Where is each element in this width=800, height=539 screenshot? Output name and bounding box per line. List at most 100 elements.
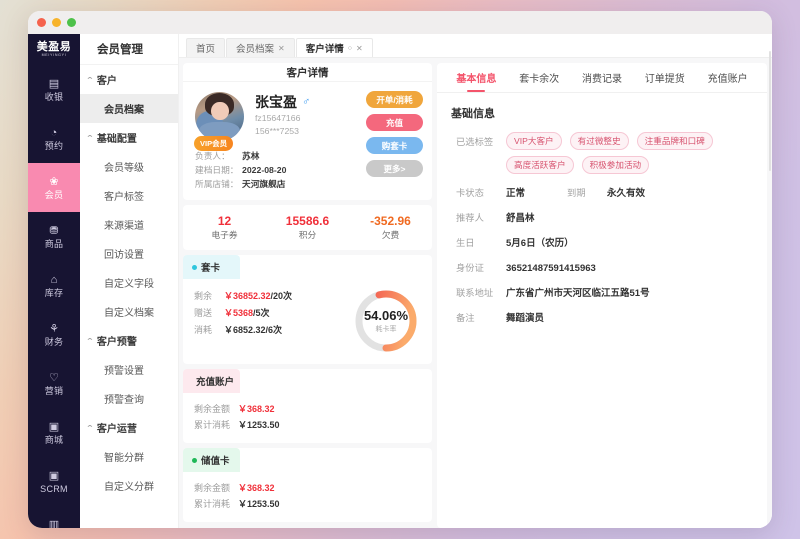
rail-item-3[interactable]: ❀ 会员: [28, 163, 80, 212]
field-row-2: 推荐人 舒昌林: [451, 210, 753, 224]
tag-1[interactable]: VIP大客户: [506, 132, 562, 150]
meta-value: 天河旗舰店: [242, 179, 286, 189]
close-icon[interactable]: ✕: [356, 44, 363, 53]
tag-5[interactable]: 积极参加活动: [581, 156, 650, 174]
submenu-item-3-2[interactable]: 预警查询: [80, 384, 178, 413]
donut-percent: 54.06%: [363, 308, 409, 323]
info-tab-5[interactable]: 充值账户: [696, 63, 759, 92]
avatar[interactable]: [195, 92, 244, 141]
maximize-window-button[interactable]: [67, 18, 76, 27]
submenu-item-2-3[interactable]: 来源渠道: [80, 210, 178, 239]
info-panel-body: 基础信息 已选标签 VIP大客户 有过微整史 注重品牌和口碑 高度活跃客户 积极参加活动…: [437, 93, 767, 324]
taoka-row-2: 赠送 ￥5368/5次: [194, 305, 350, 322]
chevron-up-icon: ⌃: [85, 337, 95, 345]
tag-4[interactable]: 高度活跃客户: [506, 156, 574, 174]
field-value-secondary: 永久有效: [607, 188, 646, 199]
stored-row-key: 累计消耗: [194, 499, 231, 509]
field-value: 正常: [506, 188, 526, 199]
tags-row: 已选标签 VIP大客户 有过微整史 注重品牌和口碑 高度活跃客户 积极参加活动: [451, 132, 753, 174]
action-button-1[interactable]: 开单/消耗: [366, 91, 423, 108]
chevron-up-icon: ⌃: [85, 134, 95, 142]
app-body: 美盈易 MEIYINGYI ▤ 收银 ◔ 预约 ❀ 会员 ⛃ 商品 ⌂ 库存 ⚘ 财务 ♡ 营销 ▣ 商城 ▣ S…: [28, 34, 772, 528]
rail-item-7[interactable]: ♡ 营销: [28, 359, 80, 408]
submenu-item-4-2[interactable]: 自定义分群: [80, 471, 178, 500]
rail-item-4[interactable]: ⛃ 商品: [28, 212, 80, 261]
recharge-row-1: 剩余金额 ￥368.32: [194, 401, 422, 417]
tag-3[interactable]: 注重品牌和口碑: [636, 132, 713, 150]
tab-3[interactable]: 客户详情 ○ ✕: [295, 38, 373, 57]
submenu-item-2-6[interactable]: 自定义档案: [80, 297, 178, 326]
meta-value: 2022-08-20: [242, 165, 287, 175]
marketing-icon: ♡: [49, 371, 59, 384]
taoka-row-key: 剩余: [194, 291, 213, 301]
stat-1: 12 电子券: [183, 214, 266, 242]
taoka-row-amount: ￥36852.32: [224, 291, 271, 301]
tag-list: VIP大客户 有过微整史 注重品牌和口碑高度活跃客户 积极参加活动: [506, 132, 753, 174]
field-row-5: 联系地址 广东省广州市天河区临江五路51号: [451, 285, 753, 299]
submenu-item-2-1[interactable]: 会员等级: [80, 152, 178, 181]
submenu-item-1-1[interactable]: 会员档案: [80, 94, 178, 123]
stat-2: 15586.6 积分: [266, 214, 349, 242]
taoka-bullet-icon: [192, 264, 197, 270]
field-key: 推荐人: [456, 213, 484, 223]
close-icon[interactable]: ✕: [278, 44, 285, 53]
action-button-4[interactable]: 更多>: [366, 160, 423, 177]
minimize-window-button[interactable]: [52, 18, 61, 27]
field-key: 生日: [456, 238, 475, 248]
taoka-row-list: 剩余 ￥36852.32/20次 赠送 ￥5368/5次 消耗 ￥6852.32/6次: [194, 288, 350, 354]
app-logo: 美盈易 MEIYINGYI: [28, 34, 80, 65]
stored-row-value: ￥1253.50: [238, 499, 280, 509]
rail-item-10[interactable]: ▥报表: [28, 506, 80, 529]
action-button-3[interactable]: 购套卡: [366, 137, 423, 154]
tab-2[interactable]: 会员档案 ✕: [226, 38, 295, 57]
recharge-row-2: 累计消耗 ￥1253.50: [194, 417, 422, 433]
rail-item-5[interactable]: ⌂ 库存: [28, 261, 80, 310]
submenu-group-4[interactable]: ⌃ 客户运营: [80, 413, 178, 442]
submenu-group-2[interactable]: ⌃ 基础配置: [80, 123, 178, 152]
submenu-item-2-4[interactable]: 回访设置: [80, 239, 178, 268]
taoka-section-title: 套卡: [201, 263, 221, 274]
tag-2[interactable]: 有过微整史: [569, 132, 629, 150]
rail-item-label: SCRM: [40, 483, 68, 494]
rail-item-2[interactable]: ◔ 预约: [28, 114, 80, 163]
rail-item-8[interactable]: ▣ 商城: [28, 408, 80, 457]
customer-name: 张宝盈: [255, 94, 297, 110]
meta-key: 建档日期：: [195, 165, 239, 175]
submenu-group-label: 客户: [96, 76, 117, 87]
submenu-item-2-5[interactable]: 自定义字段: [80, 268, 178, 297]
recharge-section-header: 充值账户: [183, 369, 240, 393]
field-value: 36521487591415963: [506, 263, 596, 274]
info-tab-3[interactable]: 消费记录: [571, 63, 634, 92]
field-value: 广东省广州市天河区临江五路51号: [506, 288, 650, 299]
submenu-group-label: 基础配置: [96, 134, 137, 145]
stat-label: 积分: [298, 230, 317, 240]
info-tab-4[interactable]: 订单提货: [633, 63, 696, 92]
submenu-item-3-1[interactable]: 预警设置: [80, 355, 178, 384]
submenu-item-4-1[interactable]: 智能分群: [80, 442, 178, 471]
info-tab-2[interactable]: 套卡余次: [508, 63, 571, 92]
info-tab-1[interactable]: 基本信息: [445, 63, 508, 92]
customer-summary-column: 客户详情 VIP会员 张宝盈 ♂ fz15647166 156***7253 开…: [183, 63, 432, 528]
submenu-group-1[interactable]: ⌃ 客户: [80, 65, 178, 94]
stored-row-value: ￥368.32: [238, 483, 275, 493]
field-list: 卡状态 正常 到期 永久有效 推荐人 舒昌林 生日 5月6日（农历） 身份证 3652148759…: [451, 185, 753, 324]
refresh-icon[interactable]: ○: [348, 45, 352, 52]
submenu-group-3[interactable]: ⌃ 客户预警: [80, 326, 178, 355]
rail-item-9[interactable]: ▣ SCRM: [28, 457, 80, 506]
main-area: 首页 会员档案 ✕ 客户详情 ○ ✕ 客户详情 VIP会员 张宝盈 ♂ fz15…: [179, 34, 772, 528]
tab-1[interactable]: 首页: [186, 38, 226, 57]
close-window-button[interactable]: [37, 18, 46, 27]
cashier-icon: ▤: [48, 77, 60, 90]
stored-section-title: 储值卡: [201, 456, 230, 467]
submenu-item-2-2[interactable]: 客户标签: [80, 181, 178, 210]
taoka-row-amount: ￥6852.32: [224, 325, 266, 335]
action-button-2[interactable]: 充值: [366, 114, 423, 131]
rail-item-1[interactable]: ▤ 收银: [28, 65, 80, 114]
rail-item-6[interactable]: ⚘ 财务: [28, 310, 80, 359]
donut-label: 54.06% 耗卡率: [353, 288, 419, 354]
rail-item-label: 库存: [44, 287, 64, 298]
submenu-group-label: 客户预警: [96, 337, 137, 348]
field-row-3: 生日 5月6日（农历）: [451, 235, 753, 249]
recharge-row-key: 累计消耗: [194, 420, 231, 430]
chevron-up-icon: ⌃: [85, 424, 95, 432]
